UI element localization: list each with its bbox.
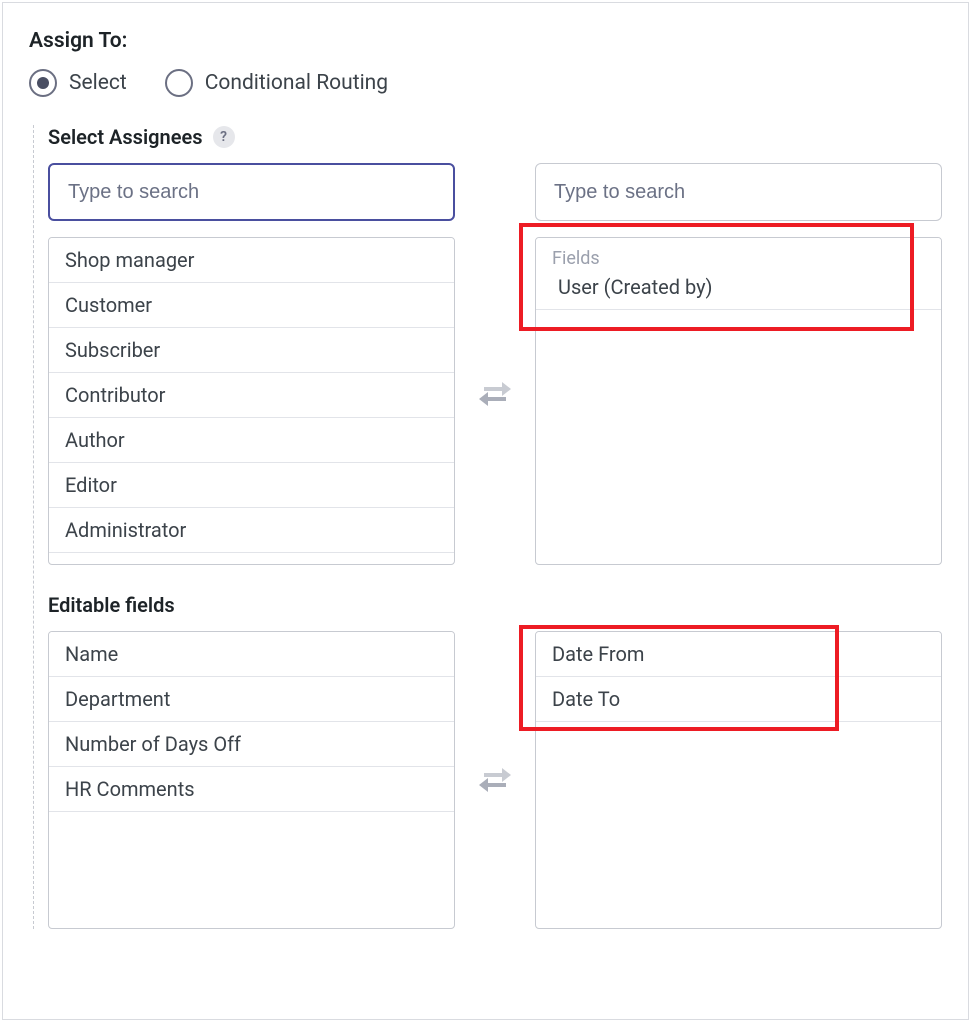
list-item[interactable]: Date To [536, 677, 941, 722]
swap-icon[interactable] [478, 764, 512, 796]
editable-fields-title: Editable fields [48, 593, 175, 617]
list-item[interactable]: Subscriber [49, 328, 454, 373]
list-item[interactable]: Shop manager [49, 238, 454, 283]
assign-to-panel: Assign To: Select Conditional Routing Se… [2, 2, 969, 1020]
list-item[interactable]: Editor [49, 463, 454, 508]
assign-mode-radios: Select Conditional Routing [29, 69, 942, 97]
radio-select-label: Select [69, 71, 127, 95]
list-item[interactable]: Name [49, 632, 454, 677]
select-assignees-title: Select Assignees [48, 125, 203, 149]
list-item[interactable]: Contributor [49, 373, 454, 418]
assignees-right-search[interactable] [535, 163, 942, 221]
assignees-group-label: Fields [536, 238, 941, 271]
editable-fields-header: Editable fields [48, 593, 942, 617]
editable-dual-list: Name Department Number of Days Off HR Co… [48, 631, 942, 929]
help-icon[interactable]: ? [213, 126, 235, 148]
editable-right-list: Date From Date To [535, 631, 942, 929]
list-item[interactable]: Administrator [49, 508, 454, 553]
assignees-dual-list: Shop manager Customer Subscriber Contrib… [48, 163, 942, 565]
list-item[interactable]: Number of Days Off [49, 722, 454, 767]
sub-block: Select Assignees ? Shop manager Customer… [33, 125, 942, 929]
editable-left-list: Name Department Number of Days Off HR Co… [48, 631, 455, 929]
radio-select[interactable]: Select [29, 69, 127, 97]
editable-swap-col [455, 764, 535, 796]
radio-conditional-indicator [165, 69, 193, 97]
assignees-left-list: Shop manager Customer Subscriber Contrib… [48, 237, 455, 565]
assignees-left-search[interactable] [48, 163, 455, 221]
list-item[interactable]: Author [49, 418, 454, 463]
assignees-left-col: Shop manager Customer Subscriber Contrib… [48, 163, 455, 565]
radio-conditional-label: Conditional Routing [205, 71, 388, 95]
list-item[interactable]: Customer [49, 283, 454, 328]
select-assignees-header: Select Assignees ? [48, 125, 942, 149]
assignees-right-list: Fields User (Created by) [535, 237, 942, 565]
list-item[interactable]: HR Comments [49, 767, 454, 812]
assignees-group-item[interactable]: User (Created by) [536, 271, 941, 310]
radio-conditional-routing[interactable]: Conditional Routing [165, 69, 388, 97]
swap-icon[interactable] [478, 378, 512, 410]
assignees-right-col: Fields User (Created by) [535, 163, 942, 565]
assign-to-title: Assign To: [29, 29, 942, 53]
radio-select-indicator [29, 69, 57, 97]
list-item[interactable]: Date From [536, 632, 941, 677]
editable-left-col: Name Department Number of Days Off HR Co… [48, 631, 455, 929]
editable-right-col: Date From Date To [535, 631, 942, 929]
list-item[interactable]: Department [49, 677, 454, 722]
assignees-left-scroll[interactable]: Shop manager Customer Subscriber Contrib… [49, 238, 454, 564]
assignees-swap-col [455, 318, 535, 410]
